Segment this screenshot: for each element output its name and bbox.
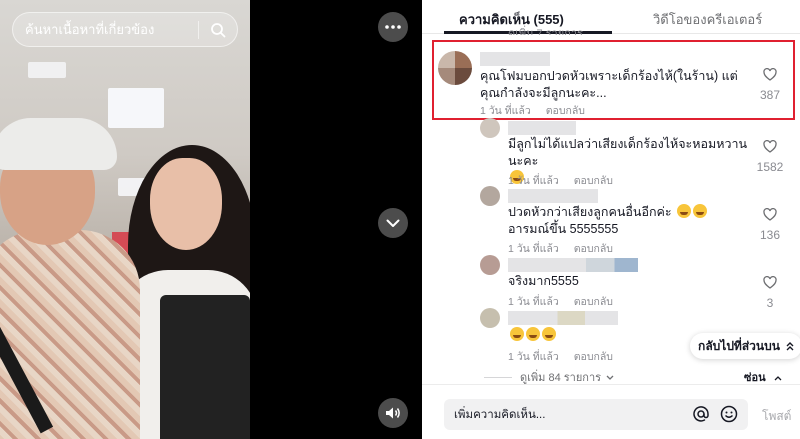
avatar[interactable] (480, 308, 500, 328)
mention-icon[interactable] (692, 405, 710, 423)
more-icon[interactable] (378, 12, 408, 42)
like-button[interactable]: 136 (753, 207, 787, 242)
rofl-emoji-icon (677, 204, 692, 218)
reply-button[interactable]: ตอบกลับ (574, 243, 613, 255)
like-button[interactable]: 387 (753, 67, 787, 102)
screen: ค้นหาเนื้อหาที่เกี่ยวข้อง ความคิดเห็น (5… (0, 0, 800, 439)
avatar[interactable] (480, 118, 500, 138)
comment-time: 1 วัน ที่แล้ว (480, 105, 531, 117)
like-count: 1582 (756, 160, 784, 174)
avatar[interactable] (480, 186, 500, 206)
video-frame (0, 0, 250, 439)
hide-label: ซ่อน (744, 372, 766, 384)
laughing-emoji-icon (510, 327, 524, 341)
post-button[interactable]: โพสต์ (762, 407, 791, 426)
username-blurred[interactable] (480, 52, 550, 66)
laughing-emoji-icon (526, 327, 540, 341)
comment-time: 1 วัน ที่แล้ว (508, 175, 559, 187)
view-more-replies-top[interactable]: ดูเพิ่ม 7 รายการ (508, 24, 583, 35)
video-player[interactable]: ค้นหาเนื้อหาที่เกี่ยวข้อง (0, 0, 422, 439)
comment-meta: 1 วัน ที่แล้ว ตอบกลับ (508, 172, 625, 189)
rofl-emoji-icon (693, 204, 708, 218)
username-blurred[interactable] (508, 121, 576, 135)
username-blurred[interactable] (508, 258, 638, 272)
heart-icon (763, 139, 777, 153)
reply-button[interactable]: ตอบกลับ (574, 351, 613, 363)
heart-icon (763, 275, 777, 289)
search-icon[interactable] (199, 12, 237, 47)
back-to-top-label: กลับไปที่ส่วนบน (698, 338, 780, 353)
related-search-bar[interactable]: ค้นหาเนื้อหาที่เกี่ยวข้อง (12, 12, 238, 47)
heart-icon (763, 67, 777, 81)
like-count: 387 (759, 88, 781, 102)
comment-time: 1 วัน ที่แล้ว (508, 243, 559, 255)
comment-time: 1 วัน ที่แล้ว (508, 296, 559, 308)
avatar[interactable] (480, 255, 500, 275)
like-button[interactable]: 3 (753, 275, 787, 310)
comment-text: จริงมาก5555 (508, 274, 579, 288)
divider (484, 376, 512, 378)
reply-button[interactable]: ตอบกลับ (574, 296, 613, 308)
username-blurred[interactable] (508, 311, 618, 325)
reply-button[interactable]: ตอบกลับ (574, 175, 613, 187)
chevron-up-icon (774, 376, 782, 381)
back-to-top-button[interactable]: กลับไปที่ส่วนบน (690, 333, 800, 359)
comment-text: คุณโฟมบอกปวดหัวเพราะเด็กร้องไห้(ในร้าน) … (480, 69, 738, 100)
comment-time: 1 วัน ที่แล้ว (508, 351, 559, 363)
chevron-down-icon (606, 375, 614, 380)
double-chevron-up-icon (786, 341, 794, 350)
comment-meta: 1 วัน ที่แล้ว ตอบกลับ (508, 240, 625, 257)
chevron-down-icon[interactable] (378, 208, 408, 238)
search-input[interactable]: ค้นหาเนื้อหาที่เกี่ยวข้อง (13, 19, 198, 40)
emoji-icon[interactable] (720, 405, 738, 423)
username-blurred[interactable] (508, 189, 598, 203)
avatar[interactable] (438, 51, 472, 85)
comment-meta: 1 วัน ที่แล้ว ตอบกลับ (480, 102, 597, 119)
tab-creator-videos[interactable]: วิดีโอของครีเอเตอร์ (653, 9, 762, 30)
comments-panel: ความคิดเห็น (555) วิดีโอของครีเอเตอร์ ดู… (422, 0, 800, 439)
comment-input-placeholder: เพิ่มความคิดเห็น... (454, 408, 546, 421)
like-count: 3 (766, 296, 774, 310)
comment-text: ปวดหัวกว่าเสียงลูกคนอื่นอีกค่ะ อารมณ์ขึ้… (508, 204, 748, 238)
comment-meta: 1 วัน ที่แล้ว ตอบกลับ (508, 293, 625, 310)
like-button[interactable]: 1582 (753, 139, 787, 174)
comment-composer: เพิ่มความคิดเห็น... โพสต์ (422, 384, 800, 439)
heart-icon (763, 207, 777, 221)
reply-button[interactable]: ตอบกลับ (546, 105, 585, 117)
tab-bar: ความคิดเห็น (555) วิดีโอของครีเอเตอร์ (422, 0, 800, 34)
volume-icon[interactable] (378, 398, 408, 428)
like-count: 136 (759, 228, 781, 242)
laughing-emoji-icon (542, 327, 556, 341)
comment-meta: 1 วัน ที่แล้ว ตอบกลับ (508, 348, 625, 365)
